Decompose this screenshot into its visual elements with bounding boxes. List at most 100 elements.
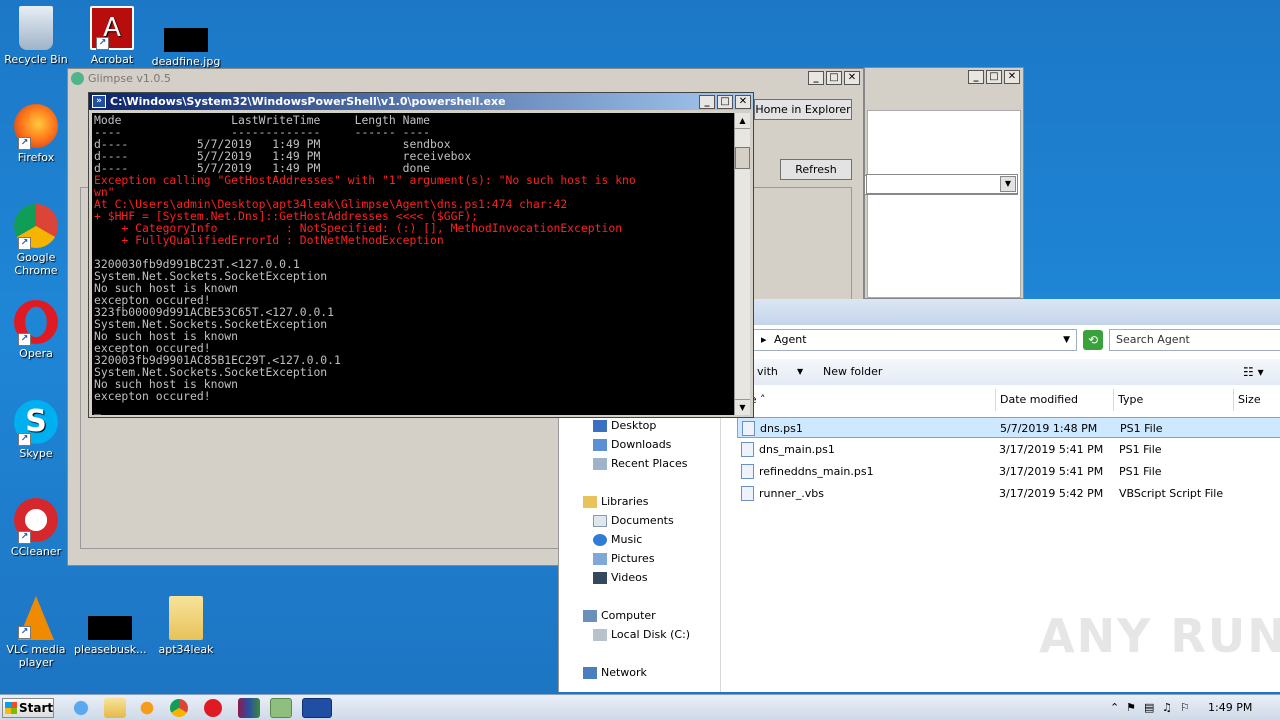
desktop-icon-label: Skype [19,447,53,460]
file-name: refineddns_main.ps1 [759,465,874,478]
address-bar[interactable]: pse ▸ Agent ▼ [729,329,1077,351]
vertical-scrollbar[interactable]: ▲ ▼ [734,113,750,415]
drive-icon [593,628,607,641]
refresh-button[interactable]: Refresh [780,159,852,180]
desktop-icon-vlc[interactable]: ↗ VLC media player [0,596,72,669]
breadcrumb-current[interactable]: Agent [774,333,807,346]
nav-documents[interactable]: Documents [593,514,674,527]
media-player-icon[interactable] [136,698,158,718]
desktop-icon-recycle-bin[interactable]: Recycle Bin [0,6,72,66]
maximize-button[interactable]: □ [986,70,1002,84]
chevron-down-icon[interactable]: ▼ [1063,330,1070,350]
file-name: dns_main.ps1 [759,443,835,456]
close-button[interactable]: ✕ [735,94,751,109]
computer-icon [583,609,597,622]
background-window-titlebar[interactable]: _ □ ✕ [865,68,1023,86]
maximize-button[interactable]: □ [826,71,842,85]
view-options-icon[interactable]: ☷ ▾ [1243,359,1264,385]
nav-downloads[interactable]: Downloads [593,438,671,451]
close-button[interactable]: ✕ [1004,70,1020,84]
desktop-icon-label: Firefox [17,151,55,164]
volume-icon[interactable]: ♫ [1162,697,1172,719]
winrar-icon[interactable] [238,698,260,718]
file-type: PS1 File [1119,443,1162,456]
console-output[interactable]: Mode LastWriteTime Length Name ---- -----… [92,113,736,415]
glimpse-dropdown[interactable]: ▼ [866,174,1018,194]
glimpse-taskbar-icon[interactable] [270,698,292,718]
desktop-icon-label: CCleaner [10,545,62,558]
desktop-icon-deadfine[interactable]: deadfine.jpg [150,6,222,68]
search-input[interactable]: Search Agent [1109,329,1280,351]
network-icon[interactable]: ▤ [1144,697,1154,719]
desktop-icon-firefox[interactable]: ↗ Firefox [0,104,72,164]
nav-music[interactable]: Music [593,533,642,546]
search-placeholder: Search Agent [1116,333,1190,346]
explorer-icon[interactable] [104,698,126,718]
desktop-icon-apt34leak[interactable]: apt34leak [150,596,222,656]
console-line: _ [94,401,101,415]
refresh-icon[interactable]: ⟲ [1083,330,1103,350]
new-folder-button[interactable]: New folder [823,359,882,385]
firefox-icon: ↗ [14,104,58,150]
powershell-icon: » [92,95,106,108]
file-row[interactable]: dns_main.ps1 3/17/2019 5:41 PM PS1 File [737,439,1280,460]
desktop-icon-chrome[interactable]: ↗ Google Chrome [0,204,72,277]
glimpse-app-icon [71,71,84,85]
minimize-button[interactable]: _ [699,94,715,109]
ie-icon[interactable] [70,698,92,718]
desktop-icon-acrobat[interactable]: A ↗ Acrobat [76,6,148,66]
nav-network[interactable]: Network [583,666,647,679]
desktop-icon-label: pleasebusk... [74,643,147,656]
open-with-button[interactable]: vith [757,359,778,385]
column-header-date[interactable]: Date modified [996,389,1114,411]
nav-libraries[interactable]: Libraries [583,495,649,508]
nav-recent-places[interactable]: Recent Places [593,457,688,470]
desktop-icon-label: VLC media player [6,643,66,669]
desktop-icon-ccleaner[interactable]: ↗ CCleaner [0,498,72,558]
desktop-icon-opera[interactable]: ↗ Opera [0,300,72,360]
file-row[interactable]: dns.ps1 5/7/2019 1:48 PM PS1 File [737,417,1280,438]
desktop-icon-pleasebusk[interactable]: pleasebusk... [74,596,147,656]
nav-computer[interactable]: Computer [583,609,656,622]
minimize-button[interactable]: _ [808,71,824,85]
scroll-thumb[interactable] [735,147,750,169]
chrome-icon[interactable] [170,699,188,717]
action-center-icon[interactable]: ⚑ [1126,697,1136,719]
flag-icon[interactable]: ⚐ [1180,697,1190,719]
powershell-window[interactable]: » C:\Windows\System32\WindowsPowerShell\… [88,92,754,418]
glimpse-title: Glimpse v1.0.5 [88,71,171,85]
desktop-icon-label: deadfine.jpg [151,55,221,68]
column-header-size[interactable]: Size [1234,389,1280,411]
home-in-explorer-button[interactable]: Home in Explorer [754,99,852,120]
minimize-button[interactable]: _ [968,70,984,84]
start-button[interactable]: Start [2,698,54,718]
show-hidden-icons[interactable]: ⌃ [1110,697,1119,719]
nav-desktop[interactable]: Desktop [593,419,656,432]
nav-videos[interactable]: Videos [593,571,648,584]
column-header-type[interactable]: Type [1114,389,1234,411]
console-line: + FullyQualifiedErrorId : DotNetMethodEx… [94,233,444,247]
powershell-titlebar[interactable]: » C:\Windows\System32\WindowsPowerShell\… [89,93,753,110]
system-tray: ⌃ ⚑ ▤ ♫ ⚐ 1:49 PM [1104,697,1280,719]
desktop-icon-skype[interactable]: S ↗ Skype [0,400,72,460]
ps1-file-icon [742,421,755,436]
glimpse-titlebar[interactable]: Glimpse v1.0.5 _ □ ✕ [68,69,863,87]
close-button[interactable]: ✕ [844,71,860,85]
opera-icon[interactable] [204,699,222,717]
file-name: dns.ps1 [760,422,803,435]
powershell-taskbar-icon[interactable] [302,698,332,718]
desktop-icon-label: Acrobat [90,53,134,66]
chevron-down-icon[interactable]: ▼ [1000,176,1016,192]
clock[interactable]: 1:49 PM [1208,697,1252,719]
desktop-icon-label: apt34leak [158,643,214,656]
nav-pictures[interactable]: Pictures [593,552,655,565]
file-row[interactable]: refineddns_main.ps1 3/17/2019 5:41 PM PS1 … [737,461,1280,482]
file-row[interactable]: runner_.vbs 3/17/2019 5:42 PM VBScript Scr… [737,483,1280,504]
nav-local-disk[interactable]: Local Disk (C:) [593,628,690,641]
scroll-up-arrow[interactable]: ▲ [735,113,750,129]
maximize-button[interactable]: □ [717,94,733,109]
ps1-file-icon [741,464,754,479]
music-icon [593,533,607,546]
scroll-down-arrow[interactable]: ▼ [735,399,750,415]
column-header-name[interactable]: me ˄ [735,389,996,411]
